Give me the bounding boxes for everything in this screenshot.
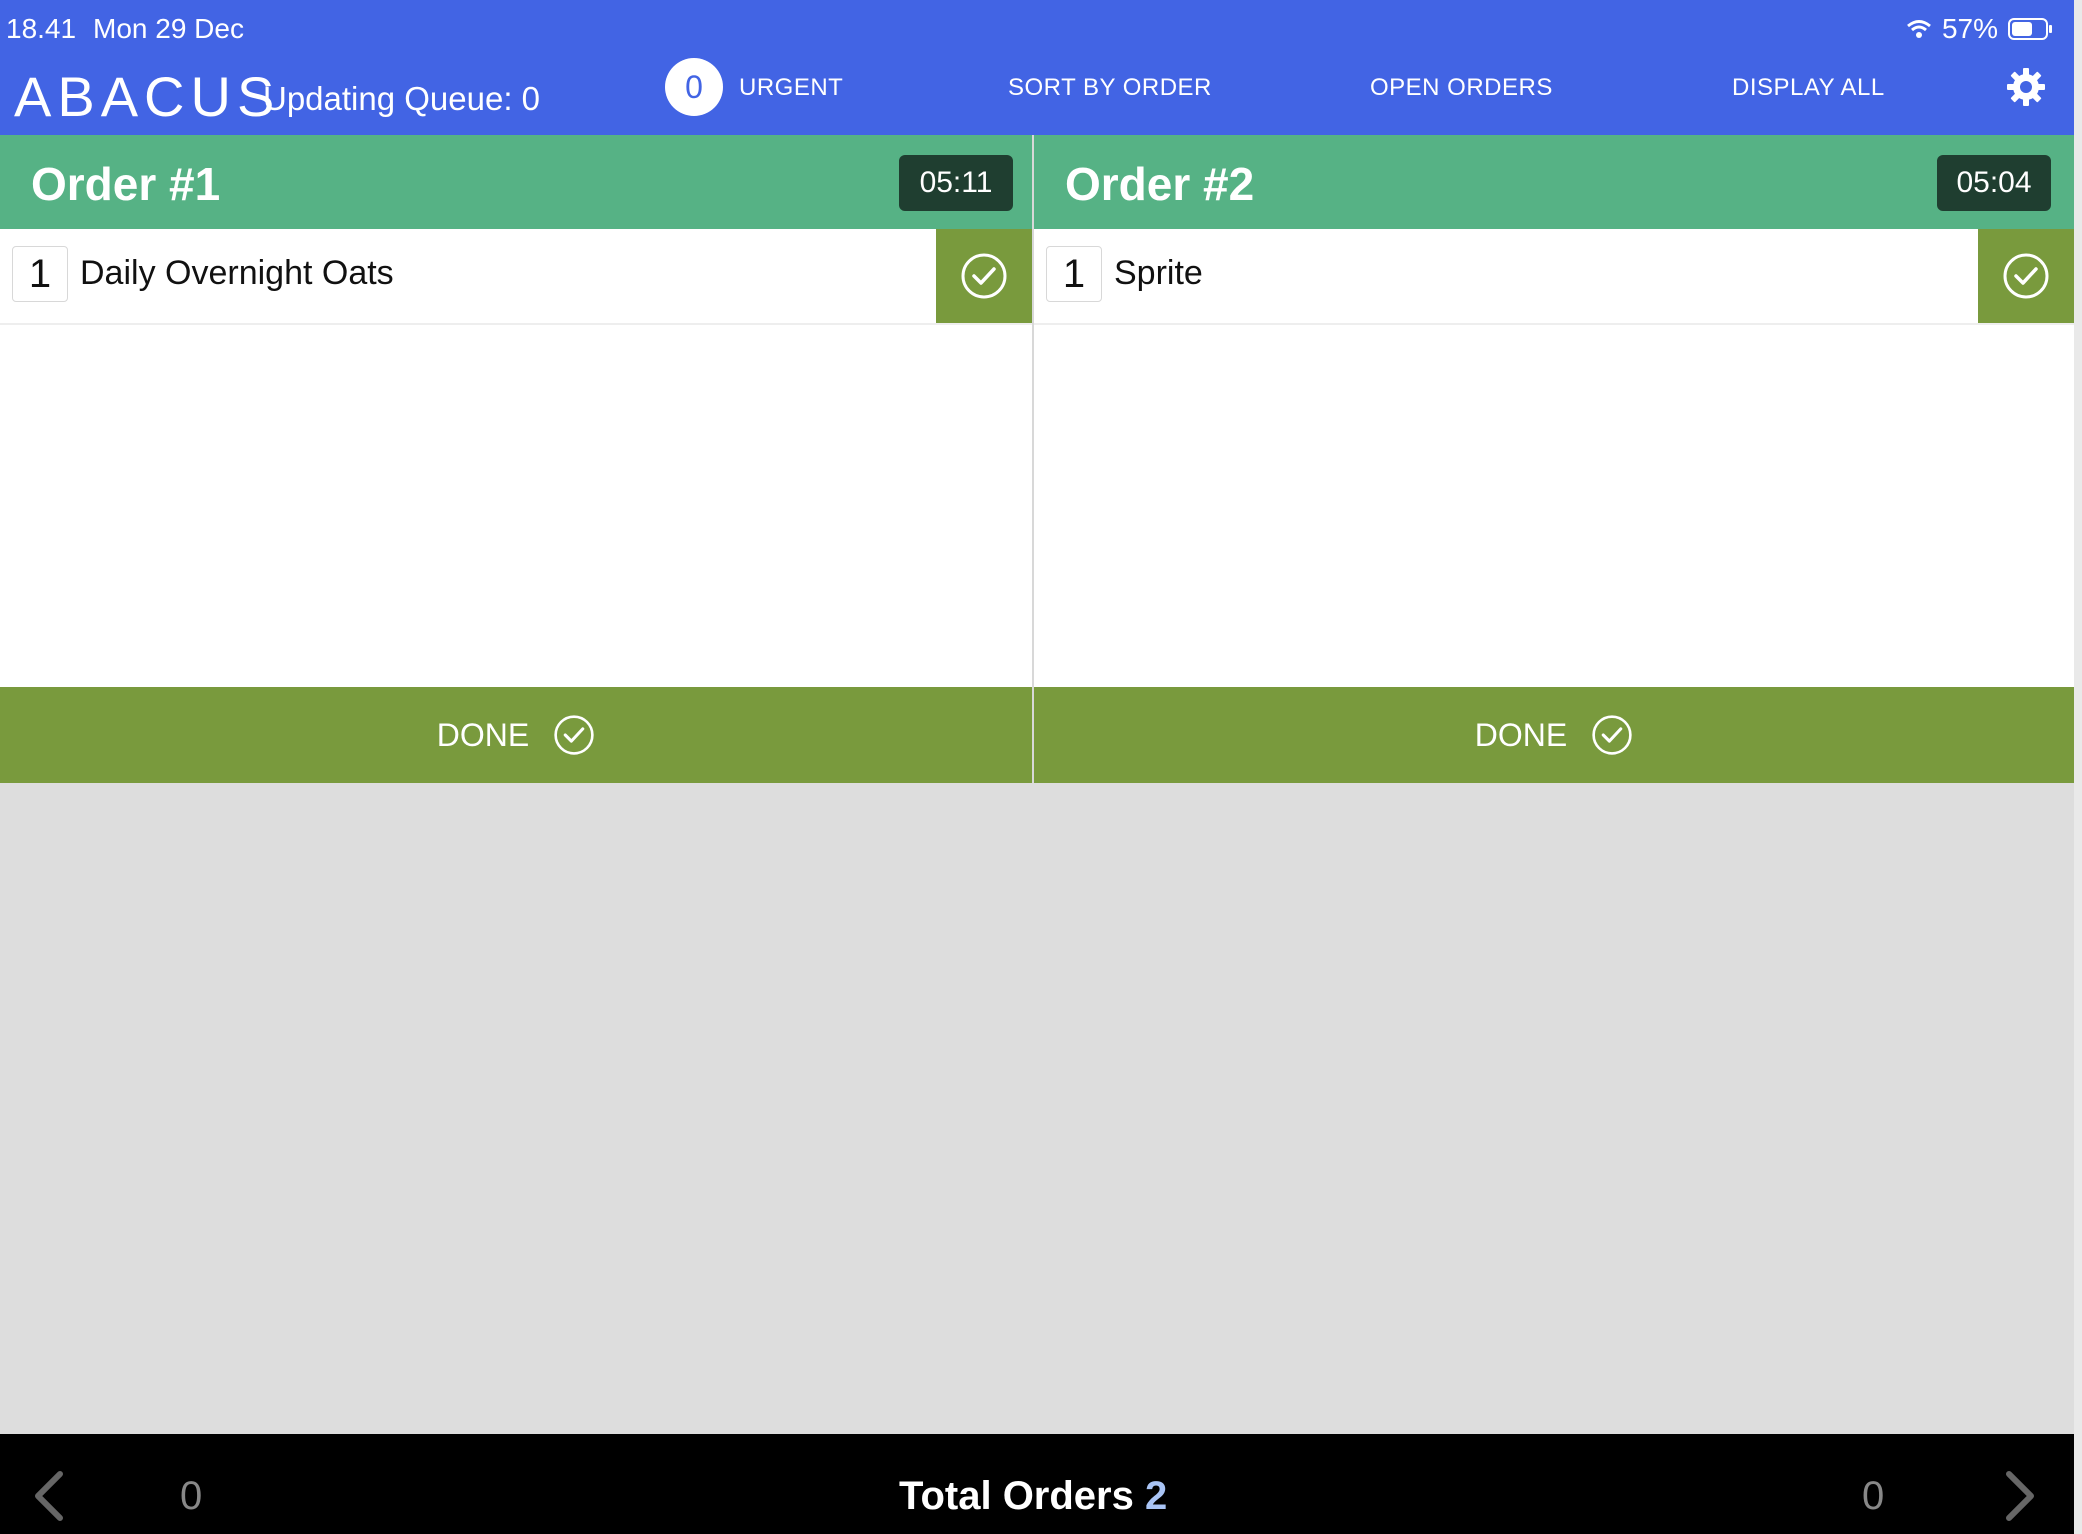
status-time: 18.41 <box>6 13 77 44</box>
status-indicators: 57% <box>1906 13 2054 45</box>
app-logo: ABACUS <box>14 65 281 128</box>
next-count: 0 <box>1862 1474 1885 1518</box>
sort-by-order-button[interactable]: SORT BY ORDER <box>1008 74 1212 102</box>
chevron-right-icon[interactable] <box>2003 1470 2039 1527</box>
wifi-icon <box>1906 19 1932 39</box>
item-done-button[interactable] <box>1978 229 2074 323</box>
total-orders-value: 2 <box>1145 1474 1168 1518</box>
previous-count: 0 <box>180 1474 203 1518</box>
check-circle-icon <box>1592 715 1632 755</box>
order-item-row[interactable]: 1 Daily Overnight Oats <box>0 229 1032 325</box>
order-timer: 05:04 <box>1937 155 2051 211</box>
order-card: Order #1 05:11 1 Daily Overnight Oats DO… <box>0 135 1032 783</box>
item-quantity: 1 <box>12 246 68 302</box>
order-title: Order #2 <box>1065 158 1255 210</box>
done-label: DONE <box>1474 716 1568 753</box>
total-orders-label: Total Orders <box>899 1474 1134 1518</box>
order-title: Order #1 <box>31 158 221 210</box>
updating-queue: Updating Queue: 0 <box>263 80 541 117</box>
right-edge-strip <box>2074 0 2082 1534</box>
order-header: Order #2 05:04 <box>1034 135 2074 229</box>
order-header: Order #1 05:11 <box>0 135 1032 229</box>
item-name: Sprite <box>1114 254 1203 292</box>
order-card: Order #2 05:04 1 Sprite DONE <box>1034 135 2074 783</box>
top-bar: 18.41 Mon 29 Dec 57% ABACUS Updating Que… <box>0 0 2074 135</box>
done-label: DONE <box>436 716 530 753</box>
done-button[interactable]: DONE <box>0 687 1032 783</box>
item-quantity: 1 <box>1046 246 1102 302</box>
check-circle-icon <box>554 715 594 755</box>
done-button[interactable]: DONE <box>1034 687 2074 783</box>
item-done-button[interactable] <box>936 229 1032 323</box>
chevron-left-icon[interactable] <box>30 1470 66 1527</box>
open-orders-button[interactable]: OPEN ORDERS <box>1370 74 1553 102</box>
status-date: Mon 29 Dec <box>93 13 244 44</box>
order-item-row[interactable]: 1 Sprite <box>1034 229 2074 325</box>
battery-icon <box>2008 17 2054 41</box>
order-timer: 05:11 <box>899 155 1013 211</box>
display-all-button[interactable]: DISPLAY ALL <box>1732 74 1885 102</box>
item-name: Daily Overnight Oats <box>80 254 394 292</box>
gear-icon[interactable] <box>2006 67 2046 112</box>
urgent-button[interactable]: URGENT <box>739 74 843 102</box>
urgent-count-badge[interactable]: 0 <box>665 58 723 116</box>
check-circle-icon <box>2003 253 2049 299</box>
battery-percent: 57% <box>1941 13 1998 44</box>
check-circle-icon <box>961 253 1007 299</box>
footer-bar: 0 Total Orders 2 0 <box>0 1434 2074 1534</box>
